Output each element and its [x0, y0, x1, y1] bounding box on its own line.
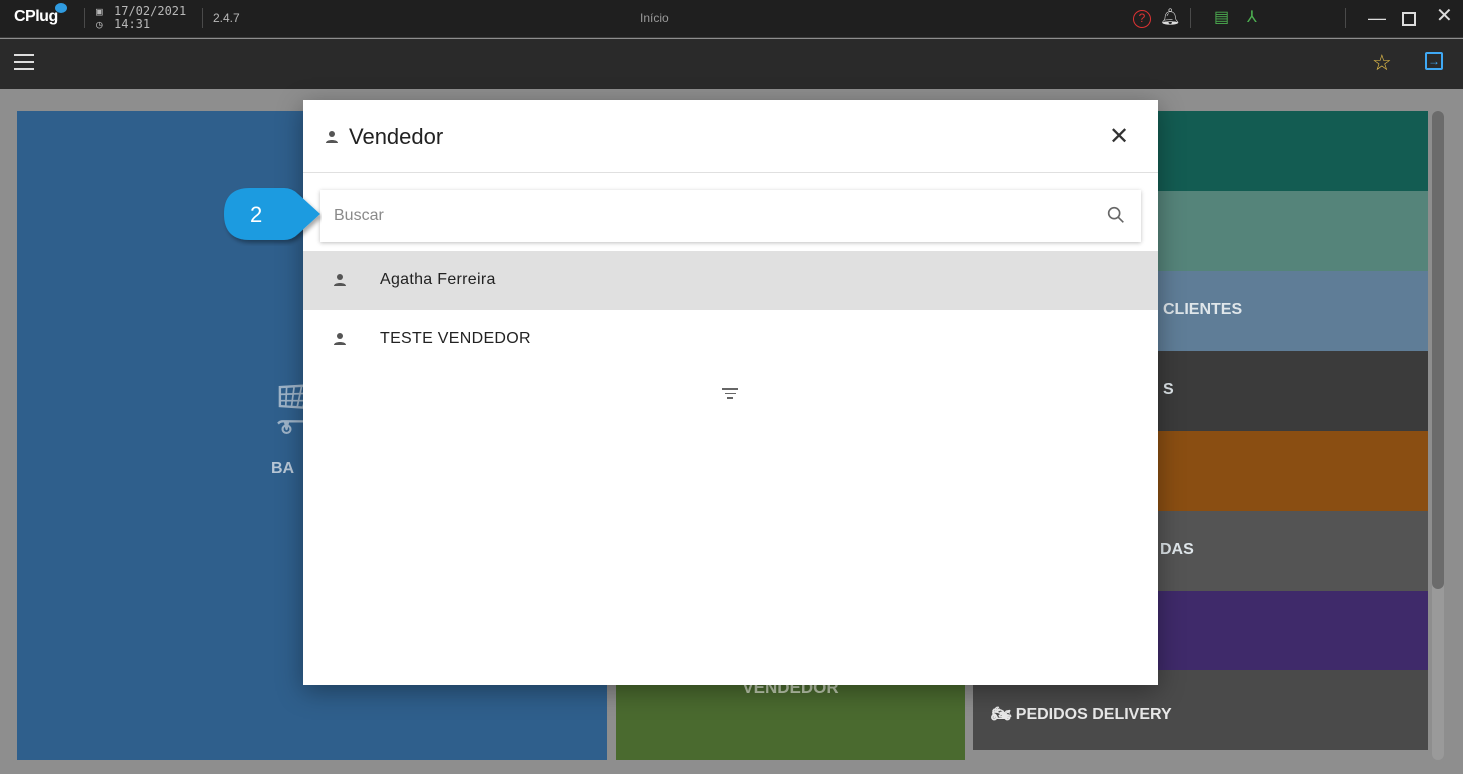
- search-input[interactable]: [334, 204, 1094, 228]
- divider: [84, 8, 85, 28]
- scrollbar-thumb[interactable]: [1432, 111, 1444, 589]
- motorbike-icon: 🏍︎: [991, 706, 1016, 723]
- list-item[interactable]: Agatha Ferreira: [303, 251, 1158, 310]
- tile-delivery-label: 🏍︎ PEDIDOS DELIVERY: [991, 706, 1172, 723]
- toolbar: ☆ →: [0, 39, 1463, 89]
- list-item-label: Agatha Ferreira: [380, 271, 496, 288]
- vendedor-dialog: Vendedor ✕ Agatha Ferreira TESTE VENDEDO…: [303, 100, 1158, 685]
- divider: [1190, 8, 1191, 28]
- help-icon[interactable]: ?: [1133, 10, 1151, 28]
- tile-right-4-label: S: [1163, 381, 1174, 398]
- hamburger-menu-icon[interactable]: [14, 54, 34, 70]
- vendedor-list: Agatha Ferreira TESTE VENDEDOR: [303, 251, 1158, 369]
- person-icon: [325, 130, 339, 147]
- tile-balcao-label: BA: [271, 460, 295, 477]
- datetime: ▣ 17/02/2021 ◷ 14:31: [96, 5, 186, 32]
- network-icon[interactable]: ⅄: [1247, 8, 1257, 28]
- time-text: 14:31: [114, 17, 151, 31]
- person-icon: [333, 332, 347, 349]
- scrollbar[interactable]: [1432, 111, 1444, 760]
- list-item[interactable]: TESTE VENDEDOR: [303, 310, 1158, 369]
- close-window-icon[interactable]: ✕: [1436, 6, 1453, 26]
- server-icon[interactable]: ▤: [1214, 8, 1229, 28]
- search-box: [320, 190, 1141, 242]
- title-bar: CPlug ▣ 17/02/2021 ◷ 14:31 2.4.7 Início ? …: [0, 0, 1463, 38]
- exit-icon[interactable]: →: [1425, 52, 1443, 70]
- calendar-icon: ▣: [96, 5, 103, 18]
- bell-icon[interactable]: 🔔︎: [1160, 8, 1180, 28]
- person-icon: [333, 273, 347, 290]
- close-icon[interactable]: ✕: [1109, 122, 1129, 151]
- step-number: 2: [250, 202, 263, 227]
- filter-icon[interactable]: [722, 388, 738, 400]
- tile-clientes-label: CLIENTES: [1163, 301, 1243, 318]
- app-window: CPlug ▣ 17/02/2021 ◷ 14:31 2.4.7 Início ? …: [0, 0, 1463, 774]
- list-item-label: TESTE VENDEDOR: [380, 330, 531, 347]
- star-icon[interactable]: ☆: [1372, 50, 1392, 76]
- minimize-icon[interactable]: —: [1368, 8, 1386, 28]
- window-title: Início: [640, 11, 669, 25]
- clock-icon: ◷: [96, 18, 103, 31]
- dialog-header: Vendedor ✕: [303, 100, 1158, 173]
- dialog-title: Vendedor: [349, 124, 444, 149]
- version-text: 2.4.7: [213, 11, 240, 25]
- divider: [1345, 8, 1346, 28]
- divider: [202, 8, 203, 28]
- search-icon[interactable]: [1105, 204, 1127, 226]
- tile-right-6-label: DAS: [1160, 541, 1194, 558]
- maximize-icon[interactable]: [1402, 12, 1416, 26]
- app-logo: CPlug: [14, 8, 58, 25]
